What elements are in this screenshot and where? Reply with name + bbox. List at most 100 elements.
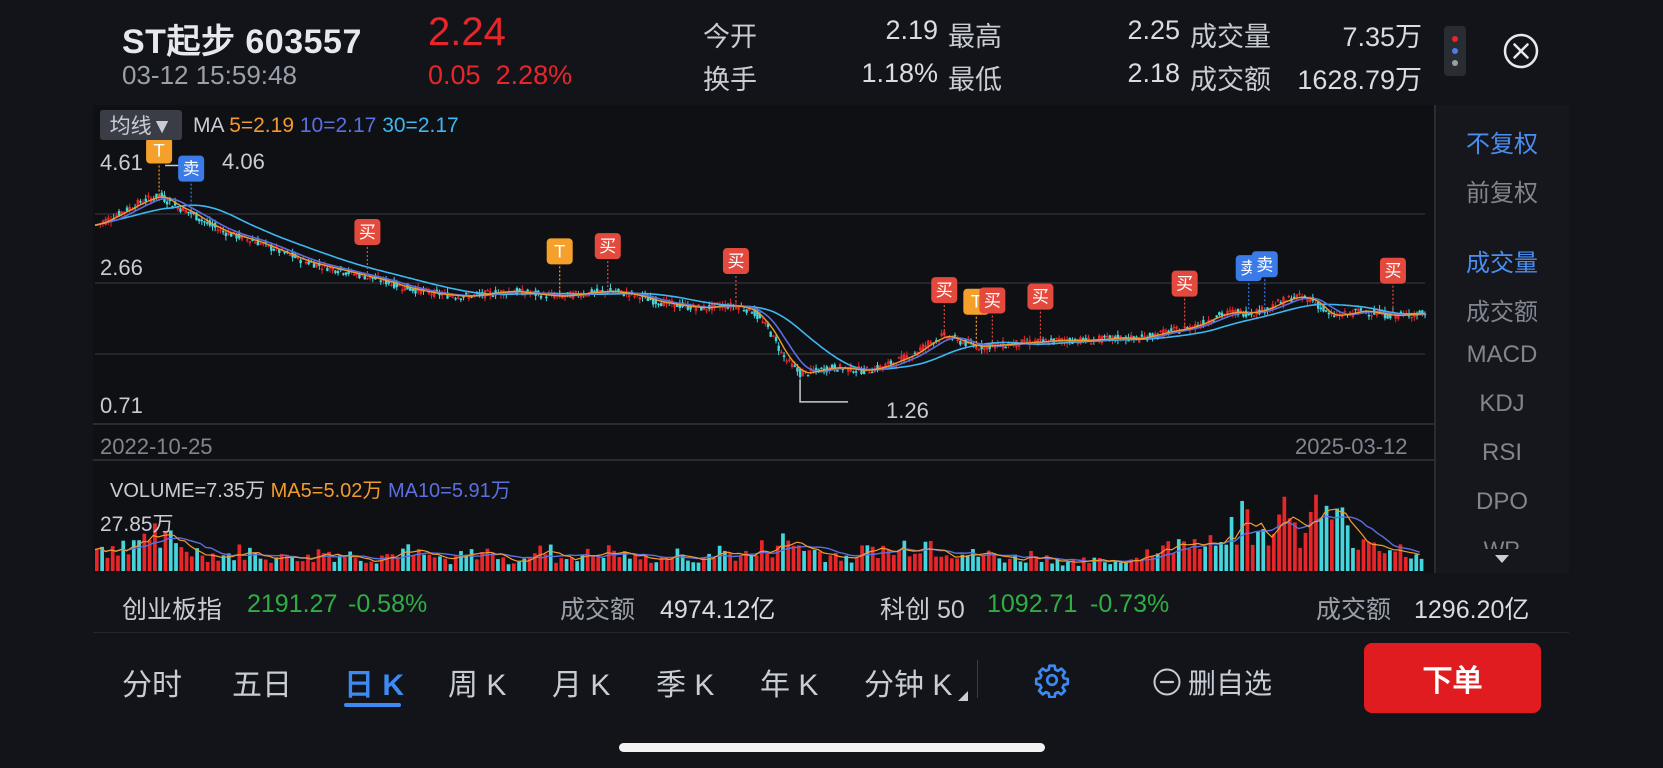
volume-bar — [105, 557, 110, 571]
volume-bar — [121, 540, 126, 571]
tab-monthly-k[interactable]: 月 K — [552, 660, 610, 704]
volume-bar — [1372, 542, 1376, 571]
volume-bar — [754, 555, 759, 571]
chevron-down-icon[interactable] — [1494, 552, 1510, 564]
tab-quarterly-k[interactable]: 季 K — [656, 660, 714, 704]
volume-bar — [448, 564, 453, 571]
volume-bar — [216, 560, 221, 571]
volume-bar — [533, 553, 537, 571]
volume-bar — [1298, 547, 1303, 571]
volume-bar — [907, 556, 912, 571]
order-button[interactable]: 下单 — [1364, 643, 1541, 713]
volume-bar — [1171, 553, 1176, 571]
volume-bar — [1124, 562, 1128, 571]
volume-bar — [1219, 542, 1223, 571]
remove-watchlist-button[interactable]: 删自选 — [1152, 662, 1272, 702]
tab-daily-k[interactable]: 日 K — [344, 660, 404, 704]
volume-bar — [992, 553, 996, 571]
volume-bar — [469, 549, 474, 571]
volume-bar — [506, 564, 511, 571]
volume-bar — [1039, 562, 1044, 571]
volume-bar — [1198, 548, 1202, 571]
active-tab-indicator — [344, 703, 401, 707]
volume-bar — [585, 548, 590, 571]
volume-bar — [796, 545, 801, 571]
volume-bar — [1103, 562, 1107, 571]
volume-bar — [881, 545, 886, 571]
volume-bar — [1187, 548, 1192, 571]
tab-macd[interactable]: MACD — [1437, 341, 1567, 369]
volume-bar — [1287, 518, 1292, 571]
volume-bar — [1256, 531, 1260, 571]
volume-bar — [1250, 544, 1255, 571]
tab-no-adjust[interactable]: 不复权 — [1437, 124, 1567, 159]
volume-bar — [749, 555, 754, 571]
tab-minute-k[interactable]: 分钟 K — [864, 660, 952, 704]
volume-bar — [401, 548, 405, 571]
volume-bar — [1176, 539, 1181, 571]
tab-rsi[interactable]: RSI — [1437, 439, 1567, 467]
volume-bar — [200, 555, 205, 571]
volume-bar — [438, 556, 442, 571]
volume-bar — [570, 557, 574, 571]
tab-weekly-k[interactable]: 周 K — [448, 660, 506, 704]
volume-bar — [955, 558, 959, 571]
volume-bar — [765, 553, 769, 571]
volume-bar — [1008, 558, 1012, 571]
volume-bar — [575, 561, 579, 571]
minute-k-dropdown-icon — [958, 688, 968, 706]
volume-bar — [1409, 558, 1413, 571]
tab-five-day[interactable]: 五日 — [232, 660, 292, 704]
volume-bar — [348, 551, 353, 571]
tab-kdj[interactable]: KDJ — [1437, 390, 1567, 418]
vol-ma10-value: MA10=5.91万 — [387, 480, 511, 502]
tab-forward-adjust[interactable]: 前复权 — [1437, 173, 1567, 208]
volume-bar — [876, 558, 880, 571]
volume-bar — [1002, 562, 1007, 571]
volume-bar — [812, 549, 817, 571]
volume-bar — [1118, 562, 1123, 571]
tab-separator — [977, 660, 978, 698]
volume-bar — [1366, 541, 1371, 571]
volume-bar — [1282, 496, 1287, 571]
volume-bar — [343, 557, 347, 571]
volume-bar — [1060, 565, 1065, 571]
tab-wr[interactable]: WR — [1437, 537, 1567, 549]
volume-bar — [950, 558, 954, 571]
volume-bar — [126, 554, 131, 571]
volume-bar — [1271, 534, 1276, 571]
volume-bar — [1213, 545, 1218, 571]
tab-volume[interactable]: 成交量 — [1437, 243, 1567, 278]
volume-bar — [548, 544, 553, 571]
volume-bar — [638, 559, 643, 571]
volume-bar — [1361, 539, 1366, 571]
tab-intraday[interactable]: 分时 — [122, 660, 182, 704]
divider — [93, 632, 1569, 633]
volume-bar — [654, 562, 659, 571]
volume-bar — [1161, 545, 1165, 571]
cyb-index-value: 2191.27 — [247, 590, 338, 618]
volume-bar — [1266, 545, 1271, 571]
volume-bar — [205, 561, 210, 571]
volume-bar — [1308, 511, 1313, 571]
volume-bar — [290, 557, 294, 571]
volume-bar — [738, 556, 743, 571]
volume-bar — [300, 561, 305, 571]
volume-bar — [976, 556, 981, 571]
volume-bar — [1419, 558, 1424, 571]
tab-amount[interactable]: 成交额 — [1437, 292, 1567, 327]
volume-bar — [116, 555, 120, 571]
kc50-index-pct: -0.73% — [1090, 590, 1170, 618]
volume-bar — [665, 557, 669, 571]
volume-bar — [1182, 541, 1186, 571]
volume-bar — [163, 532, 168, 571]
volume-bar — [279, 553, 284, 571]
volume-bar — [496, 559, 500, 571]
vol-ma5-value: MA5=5.02万 — [270, 480, 383, 502]
kc50-index-name: 科创 50 — [880, 596, 965, 624]
gear-icon[interactable] — [1034, 662, 1070, 699]
volume-bar — [1224, 544, 1229, 571]
tab-dpo[interactable]: DPO — [1437, 488, 1567, 516]
tab-yearly-k[interactable]: 年 K — [760, 660, 818, 704]
volume-bar — [686, 560, 690, 571]
